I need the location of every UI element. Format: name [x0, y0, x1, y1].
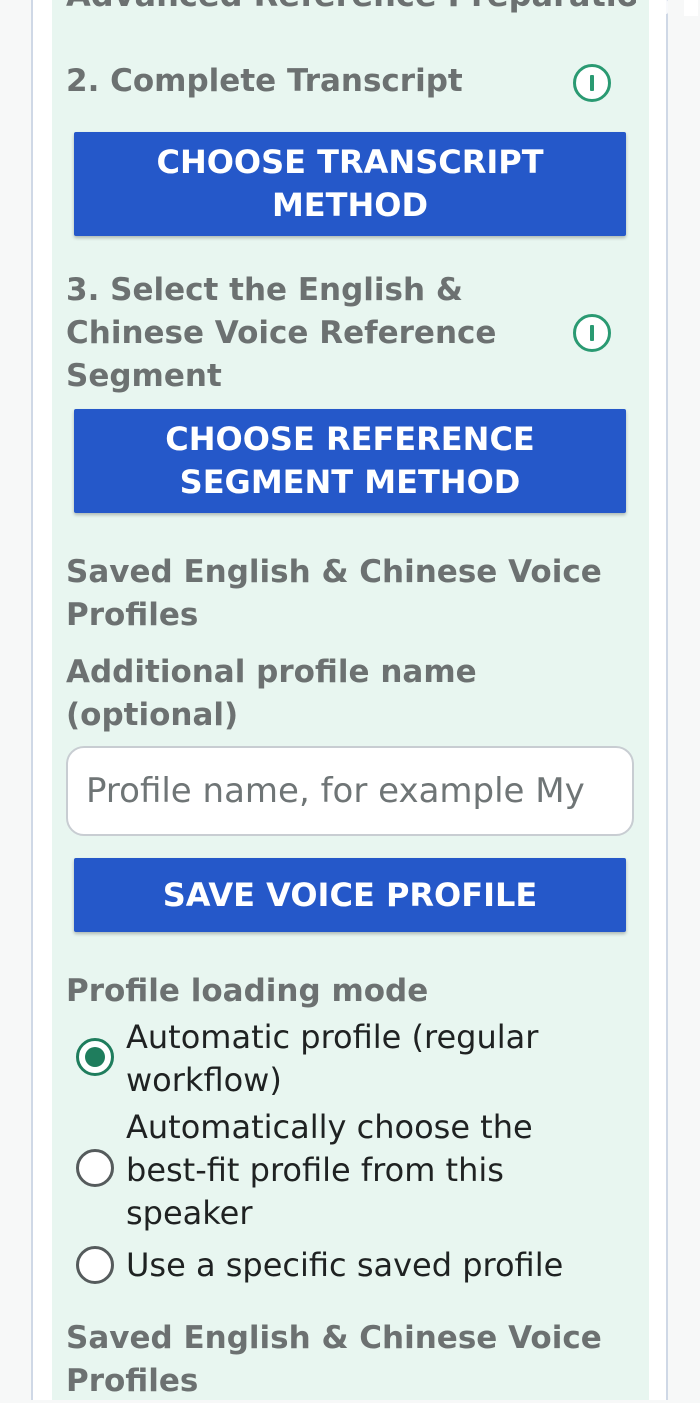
reference-segment-heading: 3. Select the English & Chinese Voice Re… [66, 272, 497, 394]
radio-specific-profile[interactable] [76, 1246, 114, 1284]
saved-profiles-label: Saved English & Chinese Voice Profiles [66, 554, 602, 633]
radio-automatic-profile[interactable] [76, 1038, 114, 1076]
profile-name-label: Additional profile name (optional) [66, 654, 477, 733]
save-voice-profile-button[interactable]: SAVE VOICE PROFILE [74, 858, 626, 932]
profile-name-input[interactable] [66, 746, 634, 836]
header-overlay-icon-2 [684, 0, 698, 16]
transcript-heading: 2. Complete Transcript [66, 63, 463, 99]
saved-profiles-footer-label: Saved English & Chinese Voice Profiles [66, 1320, 602, 1399]
advanced-reference-header: Advanced Reference Preparation [66, 0, 636, 17]
radio-label-best-fit-profile: Automatically choose the best-fit profil… [126, 1108, 533, 1232]
radio-option-automatic-profile[interactable]: Automatic profile (regular workflow) [76, 1016, 636, 1104]
choose-transcript-method-button[interactable]: CHOOSE TRANSCRIPT METHOD [74, 132, 626, 236]
profile-loading-mode-label: Profile loading mode [66, 973, 429, 1009]
reference-info-icon[interactable] [573, 314, 611, 352]
radio-option-specific-profile[interactable]: Use a specific saved profile [76, 1244, 636, 1288]
radio-label-specific-profile: Use a specific saved profile [126, 1246, 564, 1284]
radio-best-fit-profile[interactable] [76, 1149, 114, 1187]
transcript-info-icon[interactable] [573, 64, 611, 102]
radio-label-automatic-profile: Automatic profile (regular workflow) [126, 1018, 539, 1099]
radio-option-best-fit-profile[interactable]: Automatically choose the best-fit profil… [76, 1106, 636, 1236]
choose-reference-segment-button[interactable]: CHOOSE REFERENCE SEGMENT METHOD [74, 409, 626, 513]
